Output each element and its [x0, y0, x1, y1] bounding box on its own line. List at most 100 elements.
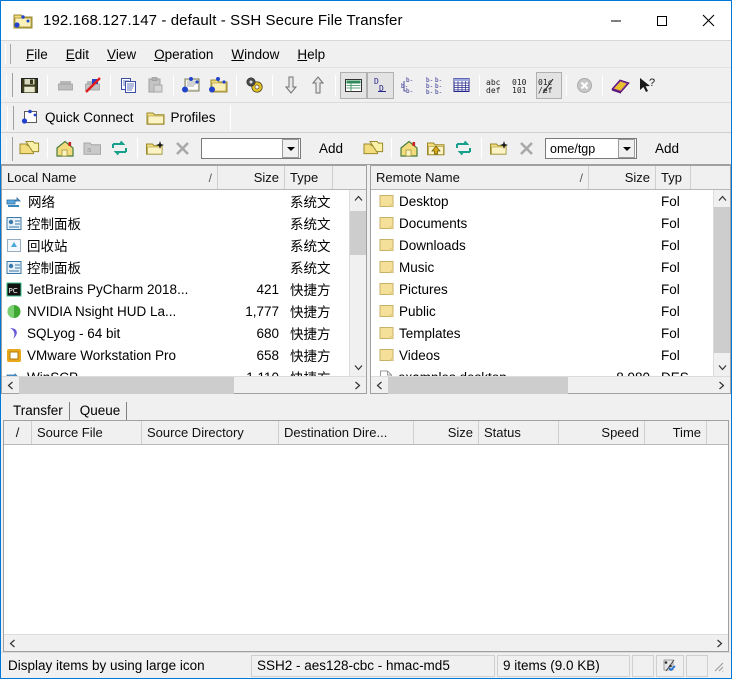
remote-col-name[interactable]: Remote Name / [371, 166, 589, 189]
local-scroll-up-button[interactable] [350, 190, 367, 207]
remote-up-folder-icon[interactable] [360, 135, 387, 162]
tab-queue[interactable]: Queue [76, 402, 128, 420]
transfer-col-sort[interactable]: / [4, 421, 32, 444]
menu-help[interactable]: Help [288, 45, 334, 64]
transfer-hscroll-track[interactable] [21, 635, 711, 652]
list-item[interactable]: SQLyog - 64 bit 680 快捷方 [2, 322, 366, 344]
list-item[interactable]: Public Fol [371, 300, 730, 322]
local-horizontal-scrollbar[interactable] [2, 376, 366, 394]
auto-transfer-icon[interactable]: 01c /ef [536, 71, 562, 99]
remote-path-combo[interactable]: ome/tgp [545, 138, 638, 159]
remote-refresh-icon[interactable] [450, 135, 477, 162]
list-item[interactable]: Templates Fol [371, 322, 730, 344]
list-large-icons-icon[interactable]: D D [367, 71, 394, 99]
list-item[interactable]: Videos Fol [371, 344, 730, 366]
remote-file-list[interactable]: Desktop Fol Documents Fol Downloads Fol … [371, 190, 730, 376]
download-arrow-icon[interactable] [277, 72, 304, 99]
local-hscroll-track[interactable] [19, 376, 349, 394]
quick-connect-button[interactable]: Quick Connect [17, 106, 142, 129]
ascii-transfer-icon[interactable]: abc def [484, 72, 510, 99]
transfer-horizontal-scrollbar[interactable] [4, 634, 728, 651]
toolbar-grip[interactable] [6, 73, 13, 97]
profiles-button[interactable]: Profiles [142, 107, 224, 129]
local-scroll-right-button[interactable] [349, 377, 366, 394]
local-home-icon[interactable] [52, 135, 79, 162]
list-item[interactable]: Downloads Fol [371, 234, 730, 256]
context-help-icon[interactable]: ? [634, 72, 661, 99]
print-setup-icon[interactable] [79, 72, 106, 99]
list-item[interactable]: Desktop Fol [371, 190, 730, 212]
list-item[interactable]: Music Fol [371, 256, 730, 278]
transfer-col-size[interactable]: Size [414, 421, 479, 444]
local-col-size[interactable]: Size [218, 166, 285, 189]
list-item[interactable]: WinSCP 1.110 快捷方 [2, 366, 366, 376]
transfer-list[interactable] [4, 445, 728, 634]
remote-horizontal-scrollbar[interactable] [371, 376, 730, 394]
remote-vscroll-thumb[interactable] [713, 207, 730, 353]
close-button[interactable] [685, 1, 731, 41]
remote-col-size[interactable]: Size [589, 166, 656, 189]
path-bar-grip[interactable] [6, 136, 13, 161]
transfer-col-status[interactable]: Status [479, 421, 559, 444]
list-item[interactable]: 回收站 系统文 [2, 234, 366, 256]
transfer-col-source-dir[interactable]: Source Directory [142, 421, 279, 444]
transfer-scroll-left-button[interactable] [4, 635, 21, 652]
local-vertical-scrollbar[interactable] [349, 190, 366, 376]
list-view-icon[interactable]: b-b- b-b- b-b- [421, 72, 448, 99]
settings-gear-icon[interactable] [241, 72, 268, 99]
list-item[interactable]: Pictures Fol [371, 278, 730, 300]
binary-transfer-icon[interactable]: 010 101 [510, 72, 536, 99]
remote-hscroll-thumb[interactable] [388, 376, 568, 394]
remote-scroll-right-button[interactable] [713, 377, 730, 394]
minimize-button[interactable] [593, 1, 639, 41]
local-vscroll-track[interactable] [349, 207, 366, 359]
maximize-button[interactable] [639, 1, 685, 41]
copy-icon[interactable] [115, 72, 142, 99]
transfer-col-speed[interactable]: Speed [559, 421, 645, 444]
list-item[interactable]: examples.desktop 8,980 DES [371, 366, 730, 376]
menu-edit[interactable]: Edit [57, 45, 98, 64]
list-item[interactable]: 控制面板 系统文 [2, 256, 366, 278]
connect-bar-grip[interactable] [7, 105, 14, 130]
remote-path-value[interactable]: ome/tgp [546, 142, 617, 156]
remote-home-icon[interactable] [396, 135, 423, 162]
menu-view[interactable]: View [98, 45, 145, 64]
menu-grip[interactable] [5, 44, 11, 64]
help-book-icon[interactable] [607, 72, 634, 99]
transfer-col-dest-dir[interactable]: Destination Dire... [279, 421, 414, 444]
remote-vertical-scrollbar[interactable] [713, 190, 730, 376]
list-small-icons-icon[interactable]: b-b-b- [394, 72, 421, 99]
auto-transfer-status-icon[interactable] [656, 654, 684, 677]
local-path-dropdown-arrow[interactable] [282, 139, 299, 158]
transfer-col-time[interactable]: Time [645, 421, 707, 444]
local-add-button[interactable]: Add [309, 138, 353, 159]
local-scroll-left-button[interactable] [2, 377, 19, 394]
remote-scroll-up-button[interactable] [714, 190, 731, 207]
upload-arrow-icon[interactable] [304, 72, 331, 99]
resize-grip-icon[interactable] [711, 659, 725, 673]
list-item[interactable]: PC JetBrains PyCharm 2018... 421 快捷方 [2, 278, 366, 300]
tab-transfer[interactable]: Transfer [9, 402, 70, 420]
details-view-icon[interactable] [448, 72, 475, 99]
remote-hscroll-track[interactable] [388, 376, 713, 394]
remote-vscroll-track[interactable] [713, 207, 730, 359]
local-up-folder-icon[interactable] [16, 135, 43, 162]
local-refresh-icon[interactable] [106, 135, 133, 162]
remote-scroll-down-button[interactable] [714, 359, 731, 376]
local-new-folder-icon[interactable] [142, 135, 169, 162]
transfer-col-source-file[interactable]: Source File [32, 421, 142, 444]
transfer-scroll-right-button[interactable] [711, 635, 728, 652]
remote-add-button[interactable]: Add [645, 138, 689, 159]
menu-operation[interactable]: Operation [145, 45, 222, 64]
save-icon[interactable] [16, 72, 43, 99]
menu-file[interactable]: File [17, 45, 57, 64]
remote-parent-folder-icon[interactable] [423, 135, 450, 162]
list-item[interactable]: 网络 系统文 [2, 190, 366, 212]
new-file-transfer-icon[interactable] [205, 72, 232, 99]
show-root-icon[interactable] [340, 71, 367, 99]
remote-path-dropdown-arrow[interactable] [618, 139, 636, 158]
remote-scroll-left-button[interactable] [371, 377, 388, 394]
local-col-type[interactable]: Type [285, 166, 333, 189]
local-hscroll-thumb[interactable] [19, 376, 234, 394]
new-terminal-icon[interactable] [178, 72, 205, 99]
